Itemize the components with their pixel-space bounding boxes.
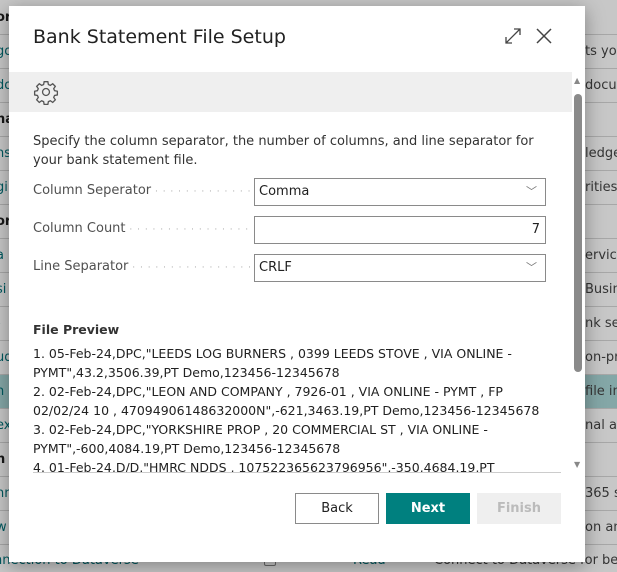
scrollbar-thumb[interactable]	[574, 94, 582, 372]
column-separator-field: Column Seperator Comma ﹀	[33, 178, 553, 206]
dialog-scrollbar[interactable]: ▲ ▼	[572, 72, 585, 472]
line-separator-select[interactable]: CRLF ﹀	[254, 254, 546, 282]
close-icon[interactable]	[534, 26, 556, 48]
preview-line: 4. 01-Feb-24,D/D,"HMRC NDDS , 1075223656…	[33, 460, 495, 473]
line-separator-field: Line Separator CRLF ﹀	[33, 254, 553, 282]
back-button[interactable]: Back	[295, 493, 379, 524]
dialog-title: Bank Statement File Setup	[33, 26, 286, 48]
chevron-down-icon: ﹀	[526, 261, 537, 274]
next-button[interactable]: Next	[386, 493, 470, 524]
chevron-down-icon: ﹀	[526, 185, 537, 198]
bank-statement-setup-dialog: Bank Statement File Setup ▲ ▼ Specify th…	[9, 6, 585, 562]
expand-icon[interactable]	[503, 26, 525, 48]
scroll-up-icon[interactable]: ▲	[574, 76, 580, 85]
file-preview-label: File Preview	[33, 322, 120, 337]
file-preview-text: 1. 05-Feb-24,DPC,"LEEDS LOG BURNERS , 03…	[33, 344, 561, 473]
column-count-label: Column Count	[33, 221, 253, 236]
column-separator-value: Comma	[259, 184, 310, 199]
line-separator-value: CRLF	[259, 260, 292, 275]
instructions-text: Specify the column separator, the number…	[33, 134, 534, 168]
gear-icon[interactable]	[33, 79, 59, 109]
column-count-field: Column Count 7	[33, 216, 553, 244]
line-separator-label: Line Separator	[33, 259, 253, 274]
scroll-down-icon[interactable]: ▼	[574, 460, 580, 469]
preview-line: 3. 02-Feb-24,DPC,"YORKSHIRE PROP , 20 CO…	[33, 422, 488, 456]
preview-line: 1. 05-Feb-24,DPC,"LEEDS LOG BURNERS , 03…	[33, 346, 512, 380]
finish-button[interactable]: Finish	[477, 493, 561, 524]
preview-line: 2. 02-Feb-24,DPC,"LEON AND COMPANY , 792…	[33, 384, 540, 418]
column-count-input[interactable]: 7	[254, 216, 546, 244]
column-separator-select[interactable]: Comma ﹀	[254, 178, 546, 206]
column-separator-label: Column Seperator	[33, 183, 253, 198]
action-bar	[9, 72, 572, 112]
